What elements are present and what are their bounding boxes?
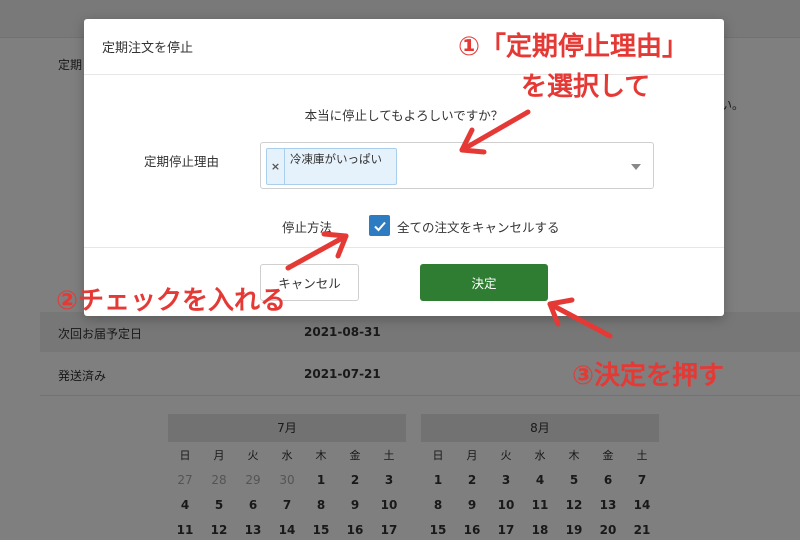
annotation-step2: ②チェックを入れる [56, 286, 287, 316]
annotation-arrows [285, 109, 613, 339]
annotation-step1-line2: を選択して [521, 72, 651, 102]
annotation-step3: ③決定を押す [572, 361, 725, 391]
annotation-step1-line1: ①「定期停止理由」 [458, 32, 689, 62]
